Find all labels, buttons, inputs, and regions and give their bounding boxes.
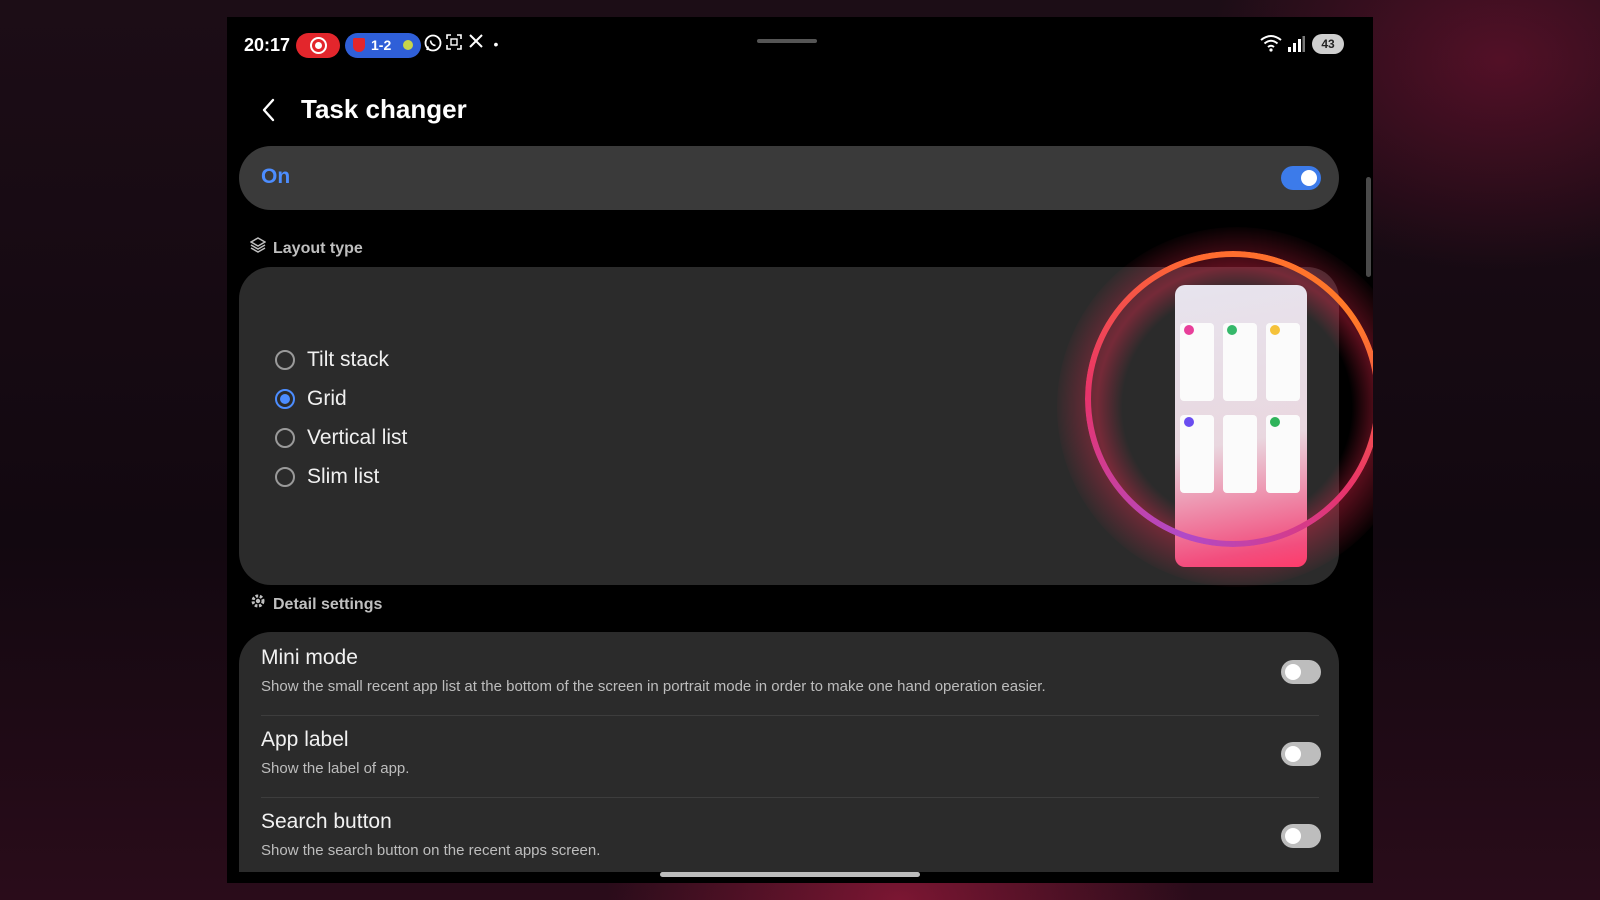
radio-label: Vertical list bbox=[307, 426, 408, 449]
app-label-toggle[interactable] bbox=[1281, 742, 1321, 766]
detail-settings-card: Mini mode Show the small recent app list… bbox=[239, 632, 1339, 872]
layout-type-label: Layout type bbox=[273, 240, 363, 257]
page-title: Task changer bbox=[301, 94, 467, 124]
radio-button[interactable] bbox=[275, 467, 295, 487]
battery-icon: 43 bbox=[1312, 34, 1344, 54]
setting-app-label[interactable]: App label Show the label of app. bbox=[239, 714, 1339, 796]
shield-icon bbox=[353, 38, 365, 52]
highlight-ring bbox=[1085, 251, 1373, 547]
signal-icon bbox=[1287, 36, 1305, 52]
screen-record-icon[interactable] bbox=[296, 33, 340, 58]
home-indicator[interactable] bbox=[660, 872, 920, 877]
scrollbar[interactable] bbox=[1366, 177, 1371, 277]
gear-icon bbox=[249, 593, 267, 613]
master-switch-label: On bbox=[261, 165, 291, 188]
wifi-icon bbox=[1260, 34, 1282, 52]
status-bar: 20:17 1-2 • 43 bbox=[227, 17, 1373, 71]
radio-label: Grid bbox=[307, 387, 347, 410]
ball-icon bbox=[403, 40, 413, 50]
more-dot-icon: • bbox=[493, 36, 499, 52]
setting-title: Mini mode bbox=[261, 646, 358, 669]
whatsapp-icon bbox=[422, 33, 444, 55]
setting-title: App label bbox=[261, 728, 349, 751]
radio-button[interactable] bbox=[275, 428, 295, 448]
setting-description: Show the search button on the recent app… bbox=[261, 842, 601, 859]
phone-screen: 20:17 1-2 • 43 Task changer On Layout ty… bbox=[227, 17, 1373, 883]
status-time: 20:17 bbox=[244, 35, 291, 55]
layers-icon bbox=[249, 237, 267, 257]
master-toggle[interactable] bbox=[1281, 166, 1321, 190]
back-button[interactable] bbox=[259, 97, 279, 123]
setting-search-button[interactable]: Search button Show the search button on … bbox=[239, 796, 1339, 878]
score-badge[interactable]: 1-2 bbox=[345, 33, 421, 58]
master-switch-row[interactable]: On bbox=[239, 146, 1339, 210]
radio-label: Tilt stack bbox=[307, 348, 390, 371]
setting-mini-mode[interactable]: Mini mode Show the small recent app list… bbox=[239, 632, 1339, 714]
search-button-toggle[interactable] bbox=[1281, 824, 1321, 848]
top-handle bbox=[757, 39, 817, 43]
layout-type-heading: Layout type bbox=[249, 237, 363, 258]
mini-mode-toggle[interactable] bbox=[1281, 660, 1321, 684]
radio-button[interactable] bbox=[275, 350, 295, 370]
detail-settings-heading: Detail settings bbox=[249, 593, 382, 614]
score-badge-text: 1-2 bbox=[371, 37, 392, 53]
radio-button-selected[interactable] bbox=[275, 389, 295, 409]
detail-settings-label: Detail settings bbox=[273, 596, 383, 613]
setting-description: Show the label of app. bbox=[261, 760, 410, 777]
x-icon bbox=[465, 33, 487, 55]
chevron-left-icon bbox=[262, 98, 275, 122]
setting-description: Show the small recent app list at the bo… bbox=[261, 678, 1046, 695]
radio-label: Slim list bbox=[307, 465, 380, 488]
screenshot-icon bbox=[443, 33, 465, 55]
setting-title: Search button bbox=[261, 810, 392, 833]
